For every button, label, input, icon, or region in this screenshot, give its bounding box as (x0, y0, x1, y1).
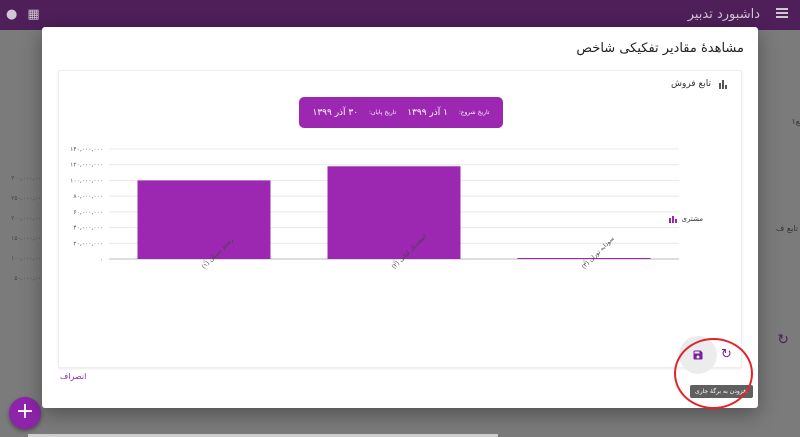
legend-label: مشتری (681, 215, 703, 223)
y-tick-label: ۱۰۰,۰۰۰,۰۰۰ (70, 177, 103, 184)
bar (137, 180, 271, 259)
card-header: تابع فروش (671, 79, 727, 89)
app-bar: ● ▦ داشبورد تدبیر (0, 0, 800, 30)
background-axis-label: ۲۰۰,۰۰۰,۰۰۰ (11, 215, 44, 222)
date-range-box[interactable]: تاریخ شروع: ۱ آذر ۱۳۹۹ تاریخ پایان: ۳۰ آ… (299, 97, 503, 128)
background-axis-label: ۱۰۰,۰۰۰,۰۰۰ (11, 255, 44, 262)
add-button[interactable]: + (9, 397, 41, 429)
background-axis-label: ۳۰۰,۰۰۰,۰۰۰ (11, 175, 44, 182)
background-axis-label: ۱۵۰,۰۰۰,۰۰۰ (11, 235, 44, 242)
background-text: تابع ف (776, 224, 798, 233)
y-tick-label: ۲۰,۰۰۰,۰۰۰ (73, 240, 103, 247)
chart-legend[interactable]: مشتری (668, 215, 703, 223)
start-date-label: تاریخ شروع: (458, 109, 490, 116)
bar (327, 166, 461, 259)
app-title: داشبورد تدبیر (687, 7, 760, 22)
y-tick-label: ۱۲۰,۰۰۰,۰۰۰ (70, 162, 103, 169)
bar-chart: ۰ ۲۰,۰۰۰,۰۰۰ ۴۰,۰۰۰,۰۰۰ ۶۰,۰۰۰,۰۰۰ ۸۰,۰۰۰,۰۰… (70, 146, 679, 270)
legend-swatch-icon (668, 215, 677, 223)
background-refresh-icon[interactable]: ↻ (777, 332, 789, 348)
y-tick-label: ۶۰,۰۰۰,۰۰۰ (73, 209, 103, 216)
end-date-label: تاریخ پایان: (369, 109, 397, 116)
user-icon[interactable]: ● (6, 7, 17, 22)
background-text: ۱‍ع (791, 117, 800, 126)
background-axis: ۳۰۰,۰۰۰,۰۰۰ ۲۵۰,۰۰۰,۰۰۰ ۲۰۰,۰۰۰,۰۰۰ ۱۵۰,… (4, 175, 44, 295)
end-date-value: ۳۰ آذر ۱۳۹۹ (312, 107, 359, 118)
bar-chart-icon (719, 79, 727, 89)
y-tick-label: ۸۰,۰۰۰,۰۰۰ (73, 193, 103, 200)
background-axis-label: ۵۰,۰۰۰,۰۰۰ (14, 275, 44, 282)
y-tick-label: ۰ (100, 256, 103, 263)
background-axis-label: ۲۵۰,۰۰۰,۰۰۰ (11, 195, 44, 202)
apps-icon[interactable]: ▦ (27, 7, 39, 22)
app-bar-left-icons: ● ▦ (6, 7, 40, 22)
y-tick-label: ۴۰,۰۰۰,۰۰۰ (73, 225, 103, 232)
bar (517, 258, 651, 259)
details-dialog: مشاهدهٔ مقادیر تفکیکی شاخص تابع فروش تار… (42, 27, 758, 409)
y-tick-label: ۱۴۰,۰۰۰,۰۰۰ (70, 146, 103, 153)
start-date-value: ۱ آذر ۱۳۹۹ (407, 107, 448, 118)
dialog-title: مشاهدهٔ مقادیر تفکیکی شاخص (576, 41, 744, 56)
menu-icon[interactable] (776, 8, 788, 18)
card-title: تابع فروش (670, 79, 711, 89)
cancel-button[interactable]: انصراف (60, 372, 86, 381)
highlight-circle (674, 338, 753, 409)
chart-card: تابع فروش تاریخ شروع: ۱ آذر ۱۳۹۹ تاریخ پ… (58, 70, 753, 409)
x-tick-label: سودابه توران (۳) (580, 235, 615, 270)
